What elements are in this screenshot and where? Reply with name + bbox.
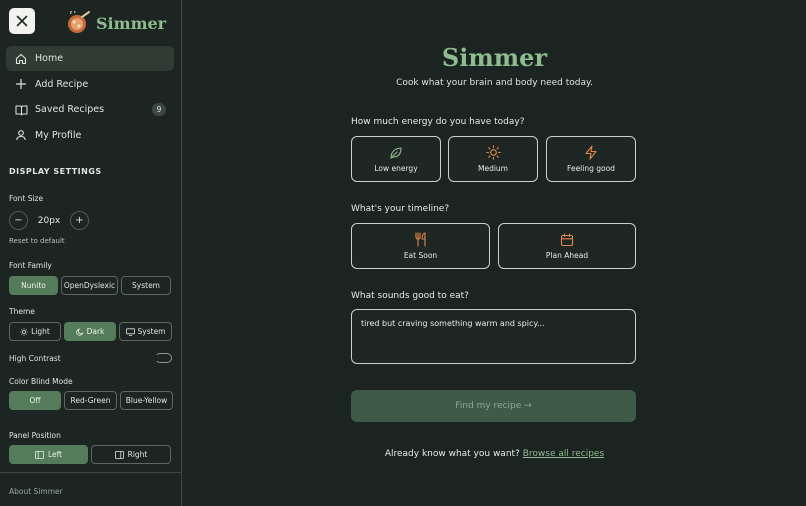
font-size-decrease-button[interactable]: − — [9, 211, 28, 230]
leaf-icon — [390, 146, 402, 159]
saved-count-badge: 9 — [152, 103, 166, 116]
panel-position-label-text: Right — [127, 450, 148, 459]
panel-position-label: Panel Position — [9, 431, 61, 440]
theme-selector: Light Dark System — [9, 322, 172, 341]
home-icon — [14, 52, 28, 66]
reset-font-size-link[interactable]: Reset to default — [9, 237, 65, 245]
font-family-option-opendyslexic[interactable]: OpenDyslexic — [61, 276, 118, 295]
page-subtitle: Cook what your brain and body need today… — [396, 78, 593, 88]
craving-input[interactable]: tired but craving something warm and spi… — [351, 309, 636, 364]
panel-position-option-right[interactable]: Right — [91, 445, 171, 464]
font-family-option-system[interactable]: System — [121, 276, 171, 295]
nav-item-label: Saved Recipes — [35, 104, 105, 115]
about-link[interactable]: About Simmer — [9, 487, 63, 496]
nav-item-home[interactable]: Home — [6, 46, 174, 71]
book-icon — [14, 103, 28, 117]
monitor-icon — [125, 327, 135, 336]
energy-option-feeling-good[interactable]: Feeling good — [546, 136, 636, 182]
energy-option-label: Medium — [478, 164, 508, 173]
panel-right-icon — [114, 450, 124, 459]
sidebar-divider — [0, 472, 182, 473]
nav-item-label: Home — [35, 53, 64, 64]
panel-position-label-text: Left — [47, 450, 63, 459]
timeline-option-label: Eat Soon — [403, 251, 438, 260]
main-content: Simmer Cook what your brain and body nee… — [183, 0, 806, 506]
energy-option-medium[interactable]: Medium — [448, 136, 538, 182]
timeline-option-eat-soon[interactable]: Eat Soon — [351, 223, 490, 269]
color-blind-label: Color Blind Mode — [9, 377, 73, 386]
browse-prompt: Already know what you want? Browse all r… — [183, 449, 806, 459]
main-nav: Home Add Recipe Saved Recipes 9 My Profi… — [6, 46, 174, 148]
color-blind-option-blue-yellow[interactable]: Blue-Yellow — [120, 391, 173, 410]
brand-name: Simmer — [96, 13, 167, 33]
brand-logo: Simmer — [65, 11, 166, 35]
nav-item-my-profile[interactable]: My Profile — [6, 123, 174, 148]
theme-option-label: Dark — [86, 327, 105, 336]
energy-option-label: Feeling good — [567, 164, 615, 173]
font-family-option-nunito[interactable]: Nunito — [9, 276, 58, 295]
user-icon — [14, 128, 28, 142]
theme-option-label: Light — [31, 327, 50, 336]
theme-option-dark[interactable]: Dark — [64, 322, 116, 341]
energy-option-label: Low energy — [374, 163, 418, 173]
simmer-logo-icon — [68, 11, 90, 33]
find-recipe-button[interactable]: Find my recipe → — [351, 390, 636, 422]
browse-all-recipes-link[interactable]: Browse all recipes — [523, 449, 604, 459]
sun-icon — [20, 327, 28, 336]
nav-item-saved-recipes[interactable]: Saved Recipes 9 — [6, 97, 174, 122]
energy-option-low[interactable]: Low energy — [351, 136, 441, 182]
font-family-selector: Nunito OpenDyslexic System — [9, 276, 171, 295]
lightning-icon — [585, 145, 597, 160]
timeline-option-label: Plan Ahead — [545, 250, 589, 260]
high-contrast-label: High Contrast — [9, 354, 61, 363]
panel-position-selector: Left Right — [9, 445, 171, 464]
page-title: Simmer — [441, 43, 548, 72]
panel-position-option-left[interactable]: Left — [9, 445, 88, 464]
browse-prefix: Already know what you want? — [384, 449, 520, 459]
close-icon — [16, 15, 28, 27]
sun-icon — [485, 145, 501, 160]
font-size-stepper: − 20px + — [9, 211, 89, 230]
high-contrast-toggle[interactable] — [155, 353, 172, 363]
calendar-icon — [560, 232, 574, 246]
theme-option-label: System — [137, 327, 166, 336]
utensils-icon — [414, 232, 426, 247]
nav-item-label: Add Recipe — [35, 78, 89, 90]
color-blind-selector: Off Red-Green Blue-Yellow — [9, 391, 173, 410]
color-blind-option-off[interactable]: Off — [9, 391, 61, 410]
theme-label: Theme — [9, 307, 35, 316]
nav-item-label: My Profile — [35, 129, 82, 141]
settings-sidebar: Simmer Home Add Recipe Saved Recipes 9 M… — [0, 0, 182, 506]
timeline-option-plan-ahead[interactable]: Plan Ahead — [498, 223, 636, 269]
craving-question: What sounds good to eat? — [351, 291, 469, 301]
energy-question: How much energy do you have today? — [351, 117, 525, 127]
plus-icon — [14, 77, 28, 91]
font-size-increase-button[interactable]: + — [70, 211, 89, 230]
font-size-label: Font Size — [9, 194, 44, 203]
font-family-label: Font Family — [9, 261, 52, 270]
moon-icon — [75, 328, 83, 336]
color-blind-option-red-green[interactable]: Red-Green — [64, 391, 117, 410]
display-settings-heading: DISPLAY SETTINGS — [9, 167, 102, 176]
close-button[interactable] — [9, 8, 35, 34]
nav-item-add-recipe[interactable]: Add Recipe — [6, 72, 174, 97]
panel-left-icon — [35, 450, 44, 459]
theme-option-light[interactable]: Light — [9, 322, 61, 341]
timeline-question: What's your timeline? — [351, 204, 450, 214]
theme-option-system[interactable]: System — [119, 322, 172, 341]
font-size-value: 20px — [37, 215, 61, 226]
